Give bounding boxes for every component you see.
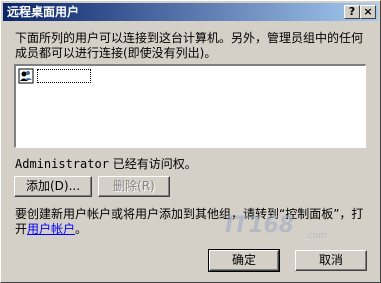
- access-message: 已经有访问权。: [108, 157, 197, 171]
- info-suffix: 。: [75, 222, 88, 236]
- add-button[interactable]: 添加(D)...: [14, 176, 92, 197]
- watermark-logo: IT168: [225, 213, 294, 238]
- user-icon: [18, 68, 34, 84]
- window-title: 远程桌面用户: [7, 5, 80, 19]
- remove-button[interactable]: 删除(R): [98, 176, 170, 197]
- remote-desktop-users-dialog: 远程桌面用户 ? × 下面所列的用户可以连接到这台计算机。另外，管理员组中的任何…: [0, 0, 381, 283]
- intro-text: 下面所列的用户可以连接到这台计算机。另外，管理员组中的任何成员都可以进行连接(即…: [15, 31, 364, 60]
- help-button[interactable]: ?: [344, 5, 360, 19]
- list-item-label: [37, 69, 91, 83]
- close-button[interactable]: ×: [360, 5, 376, 19]
- watermark-domain: .com: [305, 231, 327, 240]
- access-status: Administrator 已经有访问权。: [15, 155, 197, 172]
- account-name: Administrator: [15, 157, 109, 171]
- cancel-button[interactable]: 取消: [295, 250, 367, 271]
- user-list[interactable]: [14, 64, 366, 148]
- list-item[interactable]: [18, 68, 98, 86]
- title-bar[interactable]: 远程桌面用户 ? ×: [3, 3, 378, 21]
- ok-button[interactable]: 确定: [208, 249, 280, 272]
- it168-watermark: IT168 .com: [225, 213, 327, 240]
- user-accounts-link[interactable]: 用户帐户: [27, 222, 75, 236]
